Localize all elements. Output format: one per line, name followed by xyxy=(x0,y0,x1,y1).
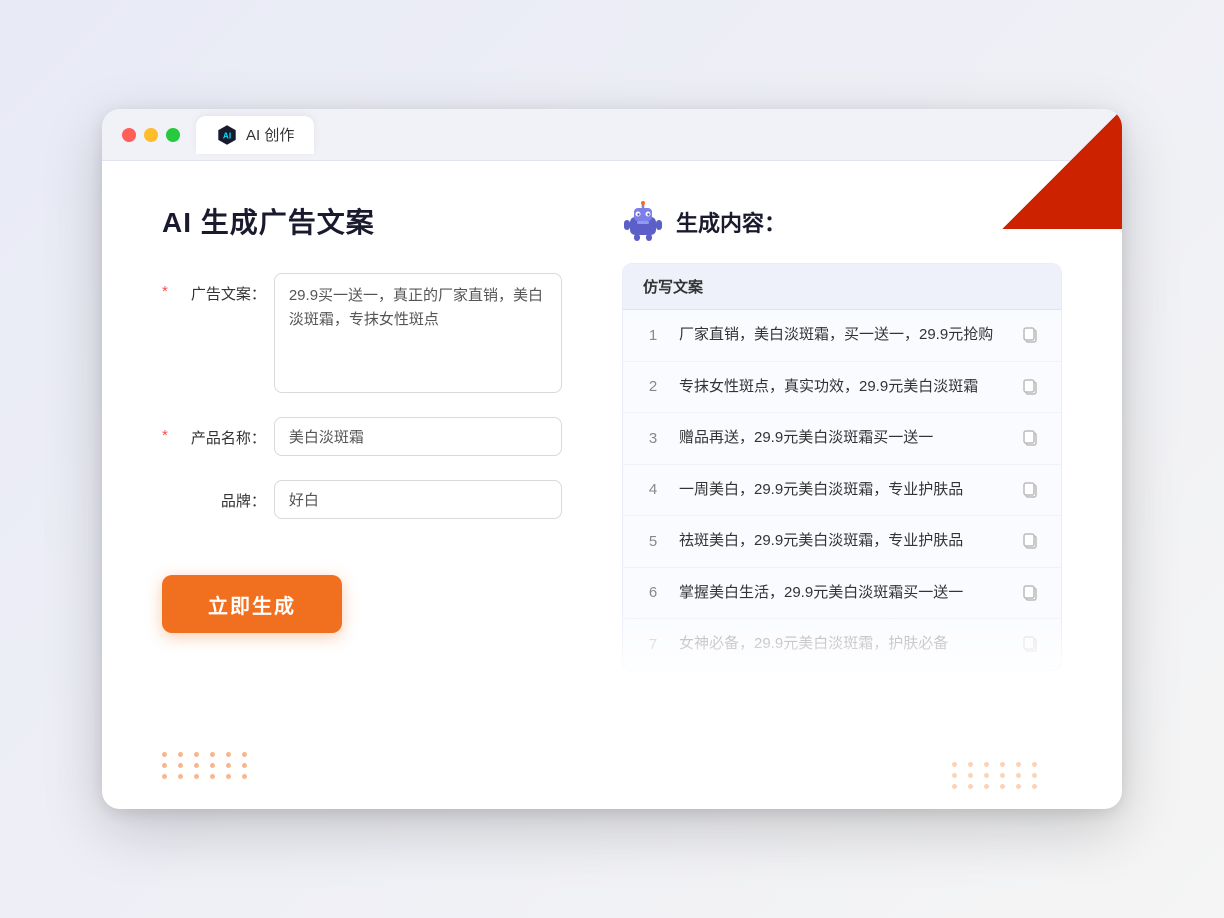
corner-decoration xyxy=(1002,109,1122,229)
brand-group: * 品牌： xyxy=(162,480,562,519)
results-wrapper: 仿写文案 1 厂家直销，美白淡斑霜，买一送一，29.9元抢购 2 专抹女性斑点 xyxy=(622,263,1062,671)
result-row: 7 女神必备，29.9元美白淡斑霜，护肤必备 xyxy=(623,619,1061,670)
results-table-header: 仿写文案 xyxy=(623,264,1061,310)
row-text: 女神必备，29.9元美白淡斑霜，护肤必备 xyxy=(679,633,1005,656)
copy-icon[interactable] xyxy=(1021,428,1041,448)
result-row: 4 一周美白，29.9元美白淡斑霜，专业护肤品 xyxy=(623,465,1061,517)
result-row: 6 掌握美白生活，29.9元美白淡斑霜买一送一 xyxy=(623,568,1061,620)
results-title: 生成内容： xyxy=(676,206,786,238)
ad-copy-group: * 广告文案： xyxy=(162,273,562,393)
row-number: 3 xyxy=(643,430,663,447)
tab-label: AI 创作 xyxy=(246,124,294,145)
right-panel: 生成内容： 仿写文案 1 厂家直销，美白淡斑霜，买一送一，29.9元抢购 xyxy=(622,201,1062,769)
page-title: AI 生成广告文案 xyxy=(162,201,562,241)
dot-grid-decoration-right xyxy=(952,762,1042,789)
result-row: 2 专抹女性斑点，真实功效，29.9元美白淡斑霜 xyxy=(623,362,1061,414)
row-number: 1 xyxy=(643,327,663,344)
copy-icon[interactable] xyxy=(1021,583,1041,603)
maximize-button[interactable] xyxy=(166,128,180,142)
main-content: AI 生成广告文案 * 广告文案： * 产品名称： * 品牌： 立即生成 xyxy=(102,161,1122,809)
left-panel: AI 生成广告文案 * 广告文案： * 产品名称： * 品牌： 立即生成 xyxy=(162,201,562,769)
ad-copy-required-star: * xyxy=(162,273,168,300)
row-text: 厂家直销，美白淡斑霜，买一送一，29.9元抢购 xyxy=(679,324,1005,347)
ad-copy-label: 广告文案： xyxy=(176,273,266,304)
product-name-label: 产品名称： xyxy=(176,417,266,448)
robot-icon xyxy=(622,201,664,243)
result-row: 1 厂家直销，美白淡斑霜，买一送一，29.9元抢购 xyxy=(623,310,1061,362)
row-text: 赠品再送，29.9元美白淡斑霜买一送一 xyxy=(679,427,1005,450)
product-name-input[interactable] xyxy=(274,417,562,456)
copy-icon[interactable] xyxy=(1021,377,1041,397)
copy-icon[interactable] xyxy=(1021,531,1041,551)
product-name-required-star: * xyxy=(162,417,168,444)
result-row: 3 赠品再送，29.9元美白淡斑霜买一送一 xyxy=(623,413,1061,465)
row-number: 2 xyxy=(643,378,663,395)
copy-icon[interactable] xyxy=(1021,480,1041,500)
row-number: 7 xyxy=(643,636,663,653)
copy-icon[interactable] xyxy=(1021,634,1041,654)
ai-tab-icon: AI xyxy=(216,124,238,146)
product-name-group: * 产品名称： xyxy=(162,417,562,456)
results-table: 仿写文案 1 厂家直销，美白淡斑霜，买一送一，29.9元抢购 2 专抹女性斑点 xyxy=(622,263,1062,671)
brand-label: 品牌： xyxy=(176,480,266,511)
row-text: 一周美白，29.9元美白淡斑霜，专业护肤品 xyxy=(679,479,1005,502)
results-header-row: 生成内容： xyxy=(622,201,1062,243)
dot-grid-decoration xyxy=(162,752,252,779)
browser-window: AI AI 创作 AI 生成广告文案 * 广告文案： * 产品名称： * xyxy=(102,109,1122,809)
generate-button[interactable]: 立即生成 xyxy=(162,575,342,633)
row-text: 掌握美白生活，29.9元美白淡斑霜买一送一 xyxy=(679,582,1005,605)
copy-icon[interactable] xyxy=(1021,325,1041,345)
titlebar: AI AI 创作 xyxy=(102,109,1122,161)
minimize-button[interactable] xyxy=(144,128,158,142)
row-number: 5 xyxy=(643,533,663,550)
traffic-lights xyxy=(122,128,180,142)
svg-text:AI: AI xyxy=(223,131,231,140)
row-text: 专抹女性斑点，真实功效，29.9元美白淡斑霜 xyxy=(679,376,1005,399)
row-number: 6 xyxy=(643,584,663,601)
close-button[interactable] xyxy=(122,128,136,142)
row-text: 祛斑美白，29.9元美白淡斑霜，专业护肤品 xyxy=(679,530,1005,553)
result-row: 5 祛斑美白，29.9元美白淡斑霜，专业护肤品 xyxy=(623,516,1061,568)
brand-input[interactable] xyxy=(274,480,562,519)
row-number: 4 xyxy=(643,481,663,498)
ai-tab[interactable]: AI AI 创作 xyxy=(196,116,314,154)
ad-copy-input[interactable] xyxy=(274,273,562,393)
